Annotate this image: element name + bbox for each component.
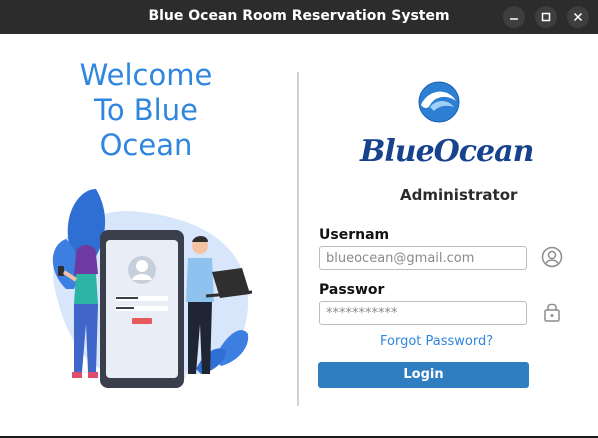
maximize-button[interactable] (535, 6, 557, 28)
user-circle-icon (541, 246, 563, 272)
login-window-content: Welcome To Blue Ocean BlueOcean Administ… (0, 34, 598, 438)
logo-word-ocean: Ocean (433, 134, 535, 169)
login-illustration (36, 184, 256, 398)
role-title: Administrator (400, 186, 518, 204)
forgot-password-link[interactable]: Forgot Password? (380, 334, 493, 349)
minimize-button[interactable] (503, 6, 525, 28)
login-button[interactable]: Login (318, 362, 529, 388)
padlock-icon (541, 300, 563, 328)
welcome-line-3: Ocean (99, 128, 193, 162)
password-label: Passwor (319, 282, 385, 298)
welcome-heading: Welcome To Blue Ocean (60, 58, 232, 163)
password-input[interactable] (319, 301, 527, 325)
wave-logo-icon (418, 81, 460, 127)
logo-word-blue: Blue (360, 134, 435, 169)
minimize-icon (510, 18, 518, 20)
username-input[interactable] (319, 246, 527, 270)
close-icon (573, 12, 583, 22)
maximize-icon (541, 12, 551, 22)
welcome-line-2: To Blue (94, 93, 198, 127)
close-button[interactable] (567, 6, 589, 28)
window-titlebar: Blue Ocean Room Reservation System (0, 0, 598, 34)
blue-ocean-logo-text: BlueOcean (360, 134, 538, 169)
username-label: Usernam (319, 227, 390, 243)
vertical-divider (297, 72, 299, 406)
welcome-line-1: Welcome (79, 58, 213, 92)
